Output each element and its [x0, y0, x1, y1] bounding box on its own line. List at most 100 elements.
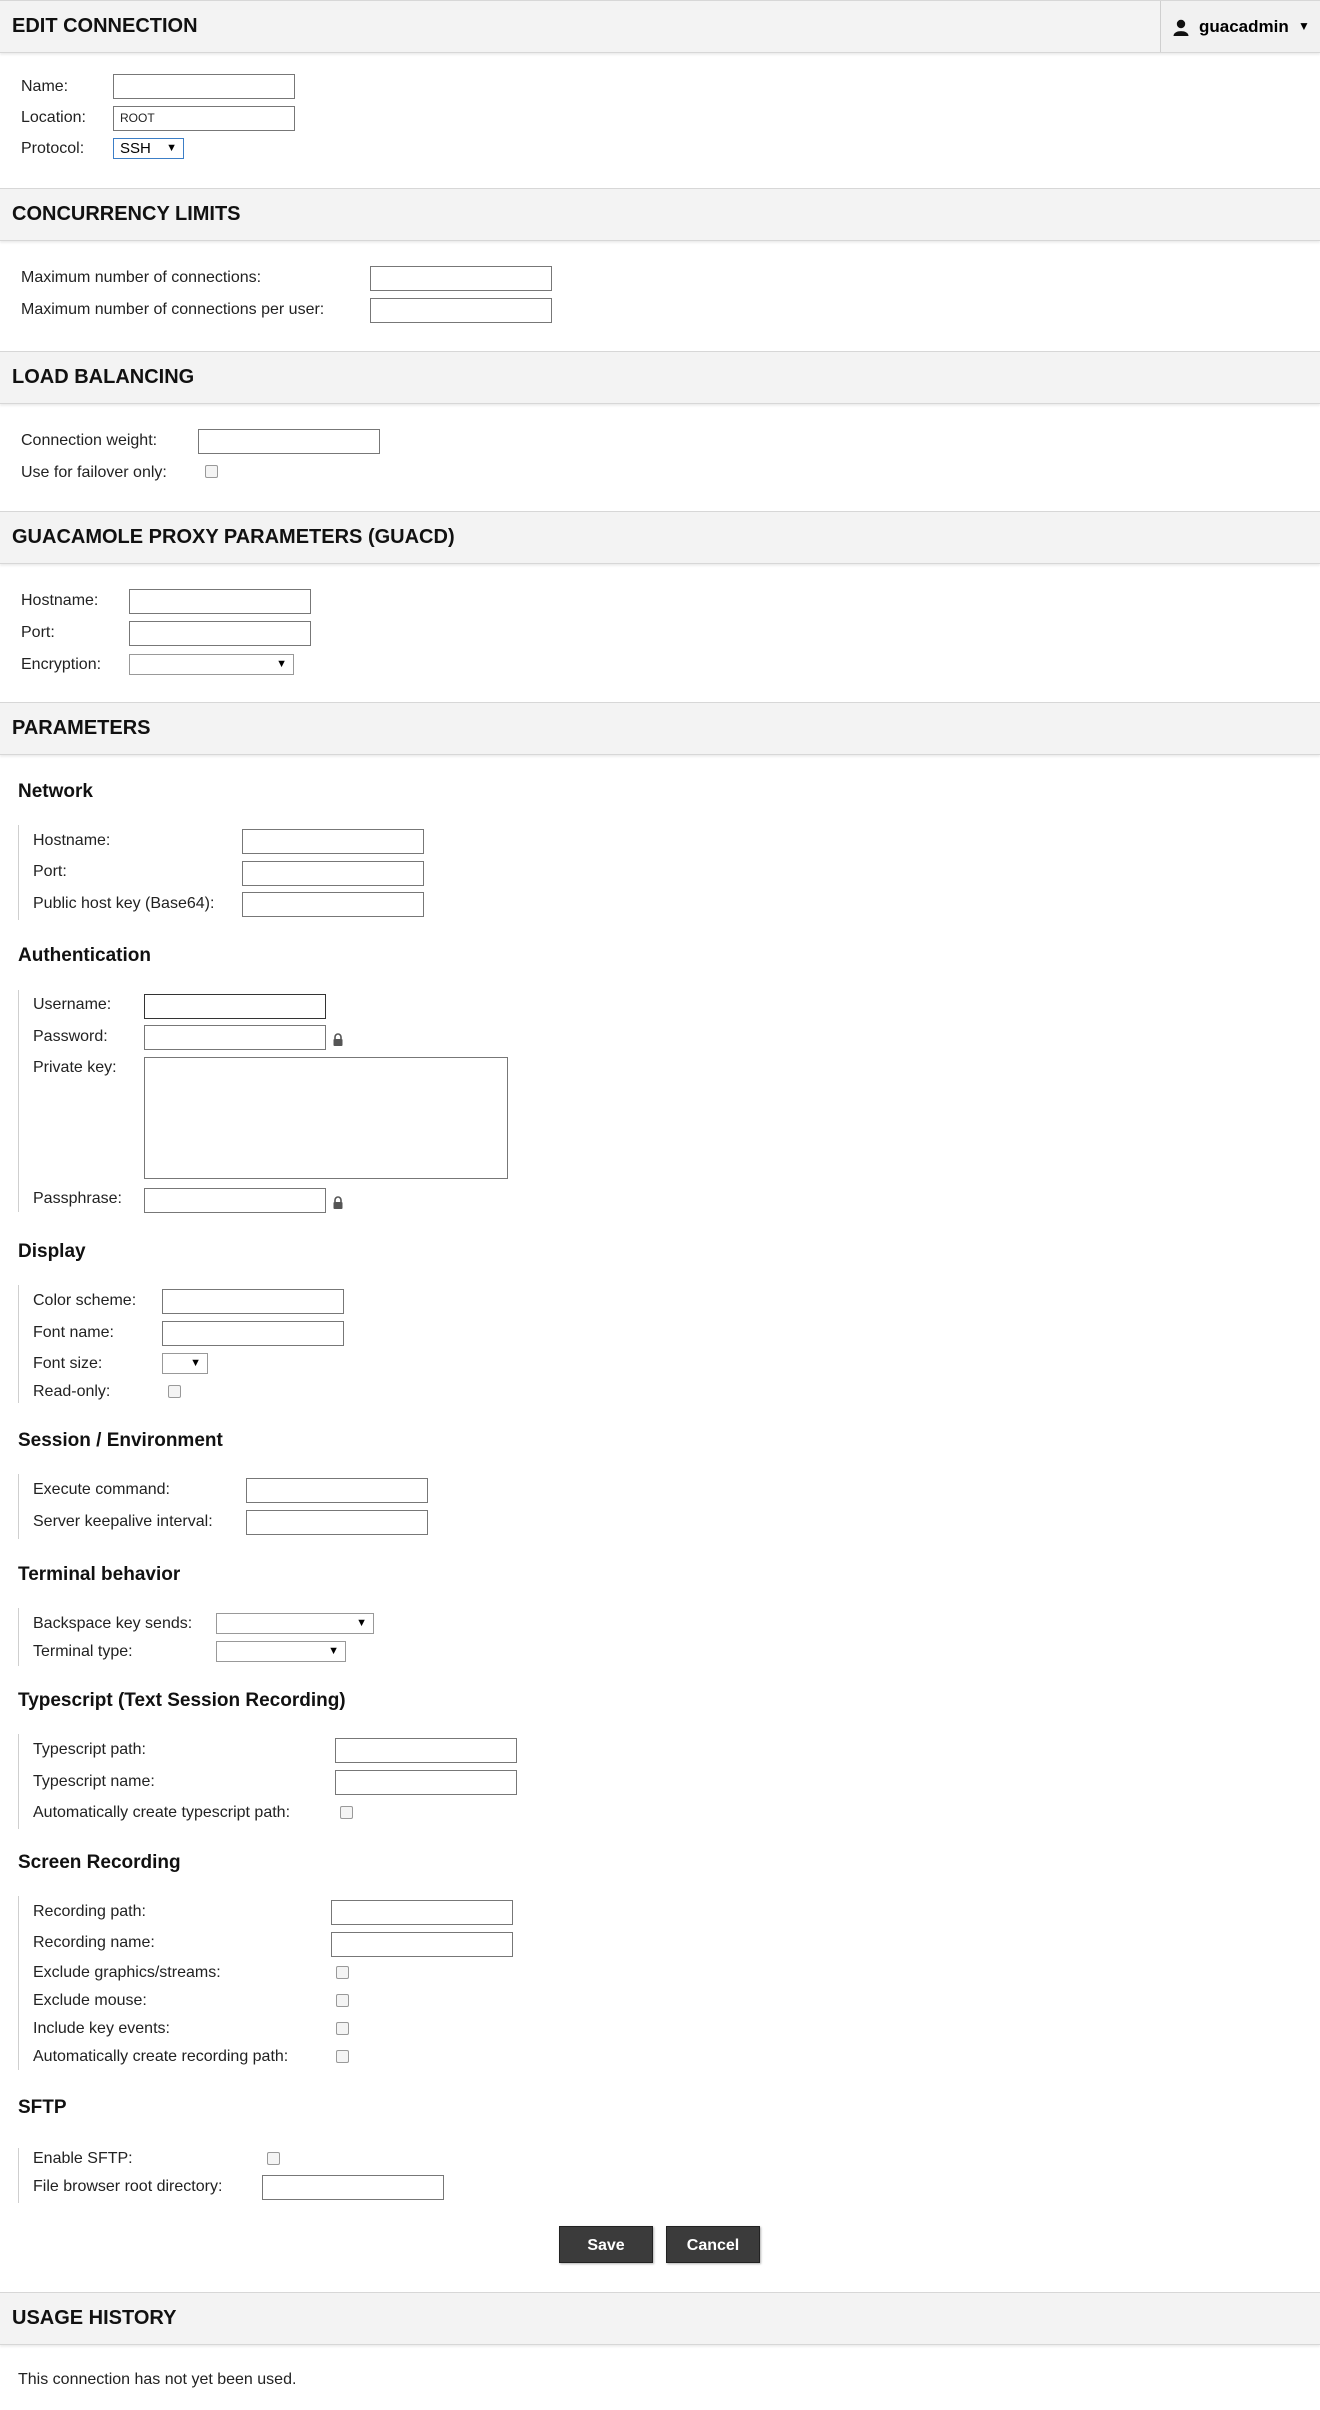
usage-history-title: USAGE HISTORY [12, 2307, 177, 2329]
proxy-hostname-label: Hostname: [21, 592, 99, 609]
read-only-label: Read-only: [33, 1383, 111, 1400]
name-input[interactable] [113, 74, 295, 99]
include-keys-checkbox[interactable] [336, 2022, 349, 2035]
execute-command-input[interactable] [246, 1478, 428, 1503]
keepalive-label: Server keepalive interval: [33, 1513, 213, 1530]
typescript-auto-create-checkbox[interactable] [340, 1806, 353, 1819]
username-input[interactable] [144, 994, 326, 1019]
sftp-title: SFTP [18, 2097, 67, 2118]
recording-path-input[interactable] [331, 1900, 513, 1925]
chevron-down-icon: ▼ [356, 1617, 367, 1629]
color-scheme-input[interactable] [162, 1289, 344, 1314]
recording-auto-create-checkbox[interactable] [336, 2050, 349, 2063]
proxy-port-input[interactable] [129, 621, 311, 646]
authentication-title: Authentication [18, 945, 151, 966]
save-button[interactable]: Save [559, 2226, 653, 2263]
cancel-button[interactable]: Cancel [666, 2226, 760, 2263]
protocol-select[interactable]: SSH ▼ [113, 138, 184, 159]
proxy-title: GUACAMOLE PROXY PARAMETERS (GUACD) [12, 526, 455, 548]
keepalive-input[interactable] [246, 1510, 428, 1535]
max-connections-per-user-label: Maximum number of connections per user: [21, 301, 325, 318]
private-key-textarea[interactable] [144, 1057, 508, 1179]
chevron-down-icon: ▼ [276, 658, 287, 670]
font-size-label: Font size: [33, 1355, 103, 1372]
network-hostname-label: Hostname: [33, 832, 111, 849]
read-only-checkbox[interactable] [168, 1385, 181, 1398]
recording-divider [18, 1896, 19, 2070]
color-scheme-label: Color scheme: [33, 1292, 137, 1309]
edit-connection-title: EDIT CONNECTION [12, 15, 198, 37]
root-dir-input[interactable] [262, 2175, 444, 2200]
protocol-value: SSH [120, 140, 151, 157]
connection-weight-label: Connection weight: [21, 432, 158, 449]
font-name-label: Font name: [33, 1324, 114, 1341]
network-hostname-input[interactable] [242, 829, 424, 854]
recording-auto-create-label: Automatically create recording path: [33, 2048, 289, 2065]
execute-command-label: Execute command: [33, 1481, 170, 1498]
exclude-mouse-label: Exclude mouse: [33, 1992, 147, 2009]
backspace-label: Backspace key sends: [33, 1615, 193, 1632]
usage-history-header: USAGE HISTORY [0, 2292, 1320, 2345]
include-keys-label: Include key events: [33, 2020, 170, 2037]
display-divider [18, 1285, 19, 1403]
typescript-path-label: Typescript path: [33, 1741, 146, 1758]
lock-icon[interactable] [332, 1196, 344, 1210]
proxy-header: GUACAMOLE PROXY PARAMETERS (GUACD) [0, 511, 1320, 564]
user-icon [1173, 19, 1189, 36]
typescript-name-input[interactable] [335, 1770, 517, 1795]
usage-empty-message: This connection has not yet been used. [18, 2371, 297, 2388]
font-name-input[interactable] [162, 1321, 344, 1346]
recording-name-input[interactable] [331, 1932, 513, 1957]
recording-name-label: Recording name: [33, 1934, 155, 1951]
passphrase-label: Passphrase: [33, 1190, 122, 1207]
encryption-select[interactable]: ▼ [129, 654, 294, 675]
enable-sftp-checkbox[interactable] [267, 2152, 280, 2165]
host-key-label: Public host key (Base64): [33, 895, 215, 912]
host-key-input[interactable] [242, 892, 424, 917]
chevron-down-icon: ▼ [166, 142, 177, 154]
max-connections-input[interactable] [370, 266, 552, 291]
terminal-type-select[interactable]: ▼ [216, 1641, 346, 1662]
typescript-path-input[interactable] [335, 1738, 517, 1763]
proxy-port-label: Port: [21, 624, 55, 641]
username: guacadmin [1199, 17, 1289, 36]
user-menu[interactable]: guacadmin ▼ [1160, 1, 1320, 52]
password-input[interactable] [144, 1025, 326, 1050]
concurrency-header: CONCURRENCY LIMITS [0, 188, 1320, 241]
network-port-input[interactable] [242, 861, 424, 886]
failover-checkbox[interactable] [205, 465, 218, 478]
font-size-select[interactable]: ▼ [162, 1353, 208, 1374]
exclude-mouse-checkbox[interactable] [336, 1994, 349, 2007]
max-connections-per-user-input[interactable] [370, 298, 552, 323]
location-label: Location: [21, 109, 86, 126]
edit-connection-header: EDIT CONNECTION guacadmin ▼ [0, 0, 1320, 53]
protocol-label: Protocol: [21, 140, 85, 157]
private-key-label: Private key: [33, 1059, 117, 1076]
passphrase-input[interactable] [144, 1188, 326, 1213]
caret-down-icon: ▼ [1298, 19, 1310, 33]
backspace-select[interactable]: ▼ [216, 1613, 374, 1634]
parameters-title: PARAMETERS [12, 717, 151, 739]
recording-path-label: Recording path: [33, 1903, 146, 1920]
connection-weight-input[interactable] [198, 429, 380, 454]
password-label: Password: [33, 1028, 108, 1045]
terminal-type-label: Terminal type: [33, 1643, 133, 1660]
location-input[interactable]: ROOT [113, 106, 295, 131]
enable-sftp-label: Enable SFTP: [33, 2150, 133, 2167]
username-label: Username: [33, 996, 112, 1013]
lock-icon[interactable] [332, 1033, 344, 1047]
typescript-divider [18, 1734, 19, 1829]
chevron-down-icon: ▼ [328, 1645, 339, 1657]
terminal-divider [18, 1608, 19, 1666]
chevron-down-icon: ▼ [190, 1357, 201, 1369]
exclude-graphics-label: Exclude graphics/streams: [33, 1964, 221, 1981]
network-title: Network [18, 781, 93, 802]
sftp-divider [18, 2148, 19, 2203]
concurrency-title: CONCURRENCY LIMITS [12, 203, 241, 225]
load-balancing-header: LOAD BALANCING [0, 351, 1320, 404]
exclude-graphics-checkbox[interactable] [336, 1966, 349, 1979]
terminal-title: Terminal behavior [18, 1564, 181, 1585]
recording-title: Screen Recording [18, 1852, 181, 1873]
failover-label: Use for failover only: [21, 464, 167, 481]
proxy-hostname-input[interactable] [129, 589, 311, 614]
